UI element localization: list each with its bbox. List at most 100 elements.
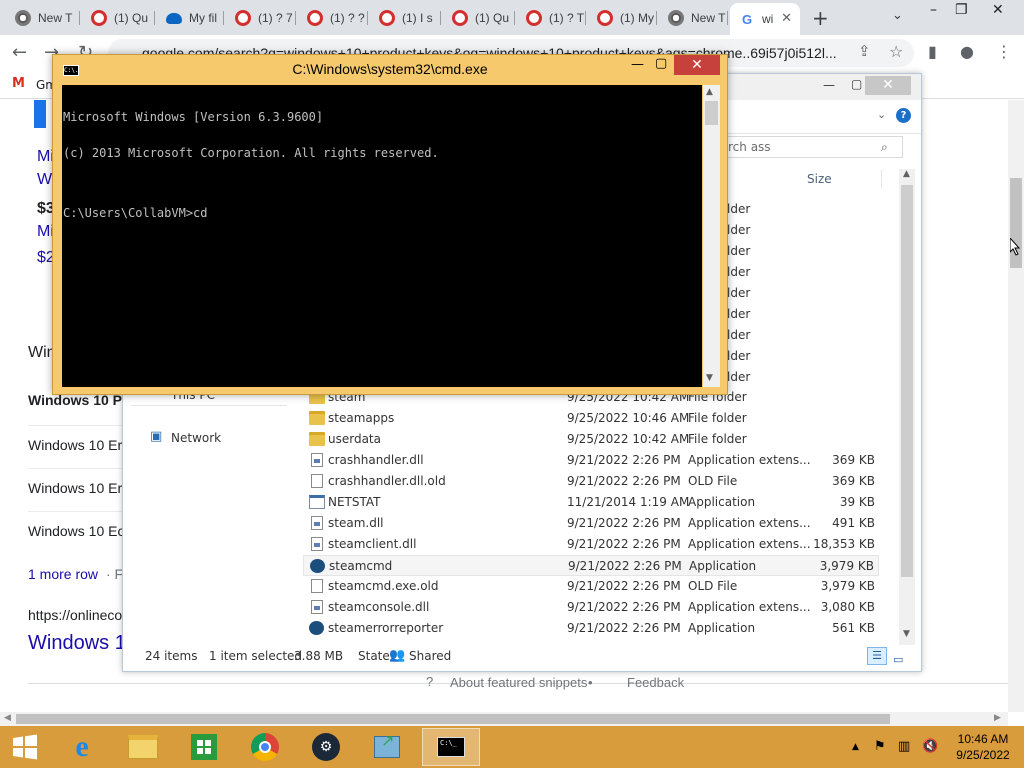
- tab-label: My fil: [189, 11, 217, 25]
- status-item-count: 24 items: [145, 649, 198, 663]
- file-row[interactable]: steamconsole.dll 9/21/2022 2:26 PM Applica…: [303, 597, 879, 618]
- page-horizontal-scrollbar[interactable]: ◀ ▶: [0, 712, 1008, 726]
- cmd-maximize-icon[interactable]: ▢: [655, 56, 667, 71]
- file-row[interactable]: NETSTAT 11/21/2014 1:19 AM Application 39 K…: [303, 492, 879, 513]
- result-url: https://onlineco: [28, 607, 123, 623]
- file-name: crashhandler.dll: [328, 453, 424, 467]
- internet-explorer-button[interactable]: e: [53, 728, 111, 766]
- cmd-scroll-down-icon[interactable]: ▼: [706, 373, 713, 383]
- feedback-link[interactable]: Feedback: [627, 675, 684, 690]
- explorer-maximize-icon[interactable]: ▢: [851, 77, 862, 91]
- file-type-partial: lder: [727, 223, 751, 237]
- bullet-separator: •: [588, 675, 593, 690]
- cmd-scroll-up-icon[interactable]: ▲: [706, 87, 713, 97]
- file-row[interactable]: crashhandler.dll 9/21/2022 2:26 PM Applica…: [303, 450, 879, 471]
- search-icon[interactable]: ⌕: [881, 140, 888, 155]
- tray-overflow-icon[interactable]: ▲: [852, 742, 859, 752]
- profile-avatar-icon[interactable]: ●: [960, 42, 974, 61]
- explorer-close-icon[interactable]: ✕: [865, 76, 911, 95]
- cmd-taskbar-button[interactable]: C:\_: [422, 728, 480, 766]
- explorer-minimize-icon[interactable]: —: [823, 78, 835, 92]
- scroll-down-icon[interactable]: ▼: [903, 629, 910, 639]
- browser-tab[interactable]: (1) I s: [370, 4, 441, 32]
- cmd-console[interactable]: Microsoft Windows [Version 6.3.9600] (c)…: [62, 85, 702, 387]
- browser-tab[interactable]: (1) ? T: [517, 4, 586, 32]
- about-snippets-link[interactable]: About featured snippets: [450, 675, 587, 690]
- cmd-scroll-thumb[interactable]: [705, 101, 718, 125]
- cmd-minimize-icon[interactable]: —: [631, 57, 644, 72]
- scroll-left-icon[interactable]: ◀: [4, 713, 11, 723]
- column-header-size[interactable]: Size: [807, 172, 832, 186]
- browser-tab[interactable]: (1) Qu: [443, 4, 515, 32]
- file-row[interactable]: steamapps 9/25/2022 10:46 AM File folder: [303, 408, 879, 429]
- file-row[interactable]: steamclient.dll 9/21/2022 2:26 PM Applicat…: [303, 534, 879, 555]
- steam-button[interactable]: ⚙: [297, 728, 355, 766]
- minimize-icon[interactable]: –: [930, 2, 937, 18]
- bookmark-star-icon[interactable]: ☆: [889, 42, 903, 61]
- file-explorer-button[interactable]: [114, 728, 172, 766]
- cmd-scrollbar[interactable]: ▲ ▼: [703, 85, 720, 387]
- browser-tab[interactable]: My fil: [157, 4, 224, 32]
- file-row[interactable]: steamcmd.exe.old 9/21/2022 2:26 PM OLD Fil…: [303, 576, 879, 597]
- dll-file-icon: [311, 600, 323, 614]
- explorer-search-input[interactable]: rch ass: [723, 136, 903, 158]
- file-row[interactable]: steamerrorreporter 9/21/2022 2:26 PM Appli…: [303, 618, 879, 639]
- scroll-right-icon[interactable]: ▶: [994, 713, 1001, 723]
- more-rows-link[interactable]: 1 more row: [28, 566, 98, 582]
- page-hscroll-thumb[interactable]: [16, 714, 890, 724]
- cmd-title[interactable]: C:\Windows\system32\cmd.exe: [53, 55, 727, 83]
- ribbon-expand-icon[interactable]: ⌄: [877, 108, 886, 121]
- start-button[interactable]: [0, 728, 50, 766]
- tab-search-chevron-icon[interactable]: ⌄: [892, 8, 903, 23]
- app-installer-button[interactable]: ↗: [358, 728, 416, 766]
- cmd-close-icon[interactable]: ✕: [674, 55, 720, 75]
- help-icon[interactable]: ?: [896, 108, 911, 123]
- browser-tab[interactable]: (1) ? ?: [298, 4, 368, 32]
- nav-item-network[interactable]: Network: [171, 431, 221, 445]
- file-date: 9/21/2022 2:26 PM: [567, 621, 681, 635]
- file-size: 39 KB: [839, 495, 875, 509]
- browser-tab[interactable]: (1) ? 7: [226, 4, 296, 32]
- menu-kebab-icon[interactable]: ⋮: [996, 42, 1012, 61]
- browser-tab[interactable]: New T: [659, 4, 728, 32]
- explorer-scroll-thumb[interactable]: [901, 185, 913, 577]
- side-panel-icon[interactable]: ▮: [928, 42, 937, 61]
- gmail-icon[interactable]: M: [12, 76, 25, 91]
- quora-icon: [452, 10, 468, 26]
- steam-icon: [309, 621, 324, 635]
- network-tray-icon[interactable]: ▥: [898, 739, 910, 754]
- details-view-icon[interactable]: ☰: [867, 647, 887, 665]
- file-row[interactable]: userdata 9/25/2022 10:42 AM File folder: [303, 429, 879, 450]
- quora-icon: [91, 10, 107, 26]
- action-center-flag-icon[interactable]: ⚑: [874, 739, 886, 754]
- file-row[interactable]: steam.dll 9/21/2022 2:26 PM Application ex…: [303, 513, 879, 534]
- file-name: steamapps: [328, 411, 395, 425]
- snippet-fragment[interactable]: W: [37, 171, 52, 189]
- browser-tab[interactable]: Gwi ✕: [730, 3, 800, 35]
- file-row[interactable]: crashhandler.dll.old 9/21/2022 2:26 PM OLD…: [303, 471, 879, 492]
- chrome-icon: [668, 10, 684, 26]
- browser-tab[interactable]: (1) My: [588, 4, 657, 32]
- share-icon[interactable]: ⇪: [858, 42, 871, 60]
- volume-muted-icon[interactable]: 🔇: [922, 739, 938, 754]
- window-close-icon[interactable]: ✕: [992, 2, 1004, 18]
- page-vertical-scrollbar[interactable]: [1008, 100, 1024, 712]
- browser-tab[interactable]: New T: [6, 4, 80, 32]
- result-title-link[interactable]: Windows 1: [28, 632, 126, 655]
- new-tab-icon[interactable]: +: [812, 6, 829, 30]
- browser-tab[interactable]: (1) Qu: [82, 4, 155, 32]
- clock[interactable]: 10:46 AM 9/25/2022: [948, 731, 1018, 763]
- cmd-window: C:\. C:\Windows\system32\cmd.exe — ▢ ✕ M…: [52, 54, 728, 395]
- store-button[interactable]: [175, 728, 233, 766]
- scroll-up-icon[interactable]: ▲: [903, 169, 910, 179]
- chrome-button[interactable]: [236, 728, 294, 766]
- explorer-vertical-scrollbar[interactable]: ▲ ▼: [899, 169, 915, 645]
- tab-close-icon[interactable]: ✕: [781, 10, 792, 26]
- file-size: 18,353 KB: [813, 537, 875, 551]
- file-type: File folder: [688, 411, 747, 425]
- file-name: steamcmd: [329, 559, 393, 573]
- restore-icon[interactable]: ❐: [955, 2, 968, 18]
- large-icons-view-icon[interactable]: ▭: [893, 648, 903, 672]
- back-icon[interactable]: ←: [12, 42, 27, 63]
- file-row[interactable]: steamcmd 9/21/2022 2:26 PM Application 3,97…: [303, 555, 879, 576]
